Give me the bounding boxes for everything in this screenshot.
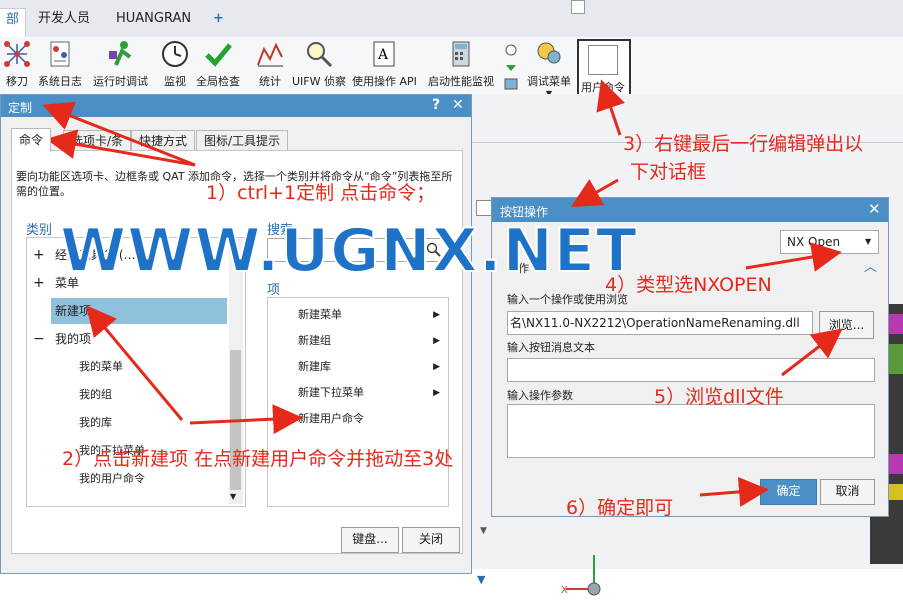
- annotation-step-3-line2: 下对话框: [630, 161, 707, 183]
- annotation-step-4: 4）类型选NXOPEN: [605, 274, 772, 296]
- annotation-step-3-line1: 3）右键最后一行编辑弹出以: [623, 133, 864, 155]
- annotation-arrows: [42, 79, 843, 507]
- annotation-step-2: 2）点击新建项 在点新建用户命令并拖动至3处: [62, 448, 454, 470]
- annotation-step-1: 1）ctrl+1定制 点击命令；: [206, 182, 436, 204]
- annotation-step-6: 6）确定即可: [566, 497, 674, 519]
- annotation-step-5: 5）浏览dll文件: [654, 386, 784, 408]
- tab-commands[interactable]: 命令: [11, 128, 52, 152]
